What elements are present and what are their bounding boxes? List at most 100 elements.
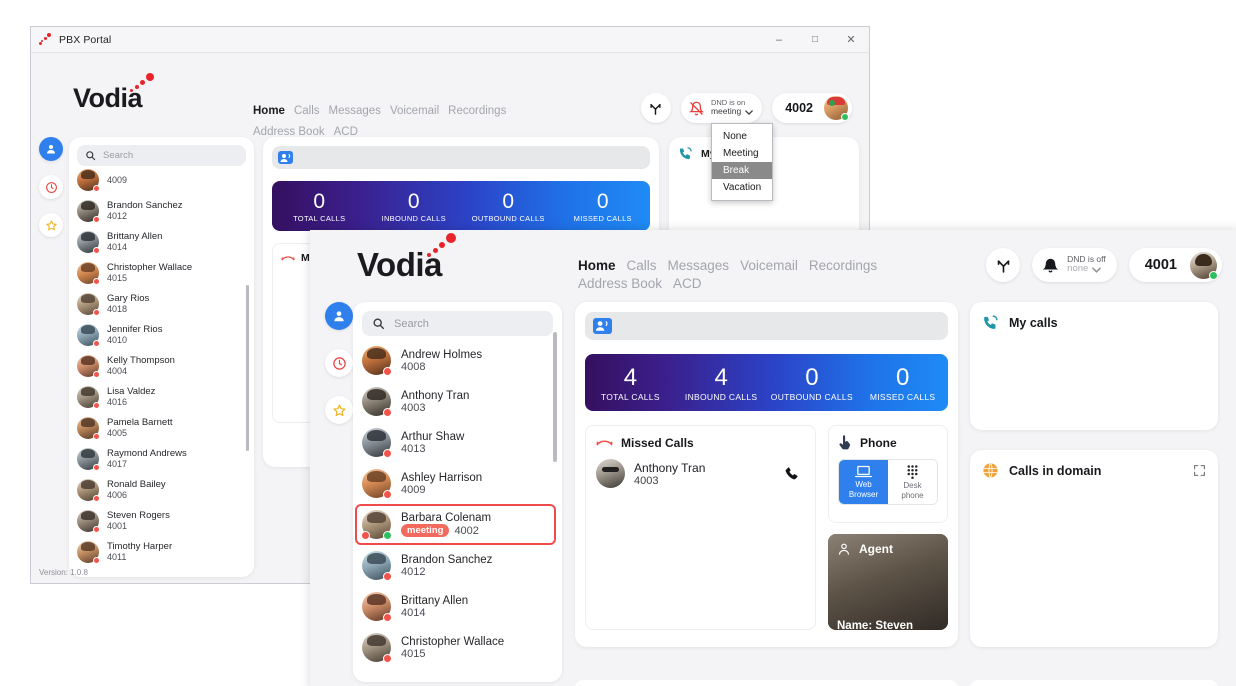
nav-item-voicemail[interactable]: Voicemail — [740, 258, 798, 273]
contact-row[interactable]: Brandon Sanchez4012 — [77, 195, 254, 226]
calls-in-domain-card: Calls in domain — [970, 450, 1218, 647]
dnd-option-none[interactable]: None — [712, 128, 772, 145]
pbx-portal-window-front[interactable]: Vodia Home Calls Messages Voicemail Reco… — [310, 230, 1236, 686]
avatar — [77, 293, 99, 315]
phone-mode-web-browser[interactable]: Web Browser — [839, 460, 888, 504]
presence-dot — [93, 247, 100, 254]
contact-row[interactable]: Steven Rogers4001 — [77, 505, 254, 536]
dnd-selector-back[interactable]: DND is on meeting — [681, 93, 762, 123]
contact-row[interactable]: Anthony Tran4003 — [362, 381, 558, 422]
header-actions-front[interactable]: DND is off none 4001 — [986, 248, 1222, 282]
nav-item-voicemail[interactable]: Voicemail — [390, 105, 439, 117]
contact-list-scrollbar-back[interactable] — [246, 285, 249, 451]
vodia-logo-front: Vodia — [357, 246, 442, 284]
contact-row[interactable]: Timothy Harper4011 — [77, 536, 254, 567]
contact-list-back[interactable]: 4009Brandon Sanchez4012Brittany Allen401… — [69, 164, 254, 568]
contact-row[interactable]: Kelly Thompson4004 — [77, 350, 254, 381]
titlebar-back[interactable]: PBX Portal – □ ✕ — [31, 27, 869, 53]
dnd-option-meeting[interactable]: Meeting — [712, 145, 772, 162]
main-nav-back[interactable]: Home Calls Messages Voicemail Recordings… — [253, 105, 583, 138]
contact-row[interactable]: Ashley Harrison4009 — [362, 463, 558, 504]
dnd-dropdown-menu[interactable]: None Meeting Break Vacation — [711, 123, 773, 201]
header-actions-back[interactable]: DND is on meeting 4002 — [641, 93, 852, 123]
rail-contacts-button[interactable] — [39, 137, 63, 161]
contact-row[interactable]: Arthur Shaw4013 — [362, 422, 558, 463]
below-fold-strip — [575, 680, 1218, 686]
nav-item-recordings[interactable]: Recordings — [809, 258, 877, 273]
rail-recent-button[interactable] — [325, 349, 353, 377]
stat-label: OUTBOUND CALLS — [472, 214, 545, 223]
nav-item-calls[interactable]: Calls — [627, 258, 657, 273]
dnd-selector-front[interactable]: DND is off none — [1032, 248, 1117, 282]
main-nav-front[interactable]: Home Calls Messages Voicemail Recordings… — [578, 258, 948, 291]
call-back-button[interactable] — [784, 466, 799, 481]
contact-row[interactable]: Brandon Sanchez4012 — [362, 545, 558, 586]
presence-dot — [93, 495, 100, 502]
contact-row[interactable]: Andrew Holmes4008 — [362, 340, 558, 381]
nav-item-acd[interactable]: ACD — [673, 276, 702, 291]
contact-add-icon[interactable] — [278, 151, 293, 164]
contact-name: Gary Rios — [107, 293, 149, 304]
contact-extension: 4009 — [401, 484, 425, 496]
window-controls[interactable]: – □ ✕ — [761, 27, 869, 53]
dnd-option-vacation[interactable]: Vacation — [712, 179, 772, 196]
contact-row-selected[interactable]: Barbara Colenammeeting4002 — [355, 504, 556, 545]
contact-row[interactable]: Jennifer Rios4010 — [77, 319, 254, 350]
contact-row[interactable]: Lisa Valdez4016 — [77, 381, 254, 412]
rail-favorites-button[interactable] — [39, 213, 63, 237]
call-transfer-button[interactable] — [641, 93, 671, 123]
expand-icon[interactable] — [1193, 464, 1206, 477]
dnd-option-break[interactable]: Break — [712, 162, 772, 179]
contacts-card-front[interactable]: Search Andrew Holmes4008Anthony Tran4003… — [353, 302, 562, 682]
contact-row[interactable]: Gary Rios4018 — [77, 288, 254, 319]
sidebar-rail-front[interactable] — [325, 302, 353, 424]
rail-contacts-button[interactable] — [325, 302, 353, 330]
globe-icon — [982, 462, 999, 479]
avatar[interactable] — [1190, 252, 1217, 279]
contact-row[interactable]: Ronald Bailey4006 — [77, 474, 254, 505]
nav-item-home[interactable]: Home — [253, 105, 285, 117]
contact-actions-bar-front[interactable] — [585, 312, 948, 340]
avatar — [77, 262, 99, 284]
nav-item-messages[interactable]: Messages — [329, 105, 381, 117]
call-transfer-button[interactable] — [986, 248, 1020, 282]
contact-row[interactable]: Christopher Wallace4015 — [362, 627, 558, 668]
nav-item-calls[interactable]: Calls — [294, 105, 320, 117]
contacts-card-back[interactable]: Search 4009Brandon Sanchez4012Brittany A… — [69, 137, 254, 577]
nav-item-messages[interactable]: Messages — [668, 258, 730, 273]
contact-row[interactable]: Brittany Allen4014 — [77, 226, 254, 257]
user-extension-pill-front[interactable]: 4001 — [1129, 248, 1222, 282]
phone-mode-segmented-control[interactable]: Web Browser — [838, 459, 938, 505]
close-button[interactable]: ✕ — [833, 27, 869, 53]
contact-row[interactable]: Brittany Allen4014 — [362, 586, 558, 627]
presence-dot — [1209, 271, 1218, 280]
rail-favorites-button[interactable] — [325, 396, 353, 424]
maximize-button[interactable]: □ — [797, 27, 833, 53]
contact-row[interactable]: Christopher Wallace4015 — [77, 257, 254, 288]
contact-row[interactable]: Pamela Barnett4005 — [77, 412, 254, 443]
phone-mode-desk-phone[interactable]: Desk phone — [888, 460, 937, 504]
contact-extension: 4002 — [454, 525, 478, 537]
contact-list-scrollbar-front[interactable] — [553, 332, 557, 462]
search-input-front[interactable]: Search — [362, 311, 553, 336]
avatar[interactable] — [824, 96, 848, 120]
nav-item-recordings[interactable]: Recordings — [448, 105, 506, 117]
contact-row[interactable]: 4009 — [77, 164, 254, 195]
nav-item-address-book[interactable]: Address Book — [578, 276, 662, 291]
stat-label: MISSED CALLS — [870, 392, 935, 402]
agent-card[interactable]: Agent Name: Steven — [828, 534, 948, 630]
minimize-button[interactable]: – — [761, 27, 797, 53]
contact-name: Christopher Wallace — [107, 262, 192, 273]
sidebar-rail-back[interactable] — [39, 137, 63, 237]
contact-row[interactable]: Raymond Andrews4017 — [77, 443, 254, 474]
contact-add-icon[interactable] — [593, 318, 612, 334]
user-extension-pill-back[interactable]: 4002 — [772, 93, 852, 123]
contact-extension: 4016 — [107, 397, 127, 407]
search-input-back[interactable]: Search — [77, 145, 246, 166]
contact-actions-bar-back[interactable] — [272, 146, 650, 169]
contact-list-front[interactable]: Andrew Holmes4008Anthony Tran4003Arthur … — [353, 340, 562, 682]
nav-item-home[interactable]: Home — [578, 258, 616, 273]
agent-card-caption: Name: Steven — [837, 620, 913, 630]
rail-recent-button[interactable] — [39, 175, 63, 199]
missed-call-row[interactable]: Anthony Tran 4003 — [596, 459, 805, 488]
